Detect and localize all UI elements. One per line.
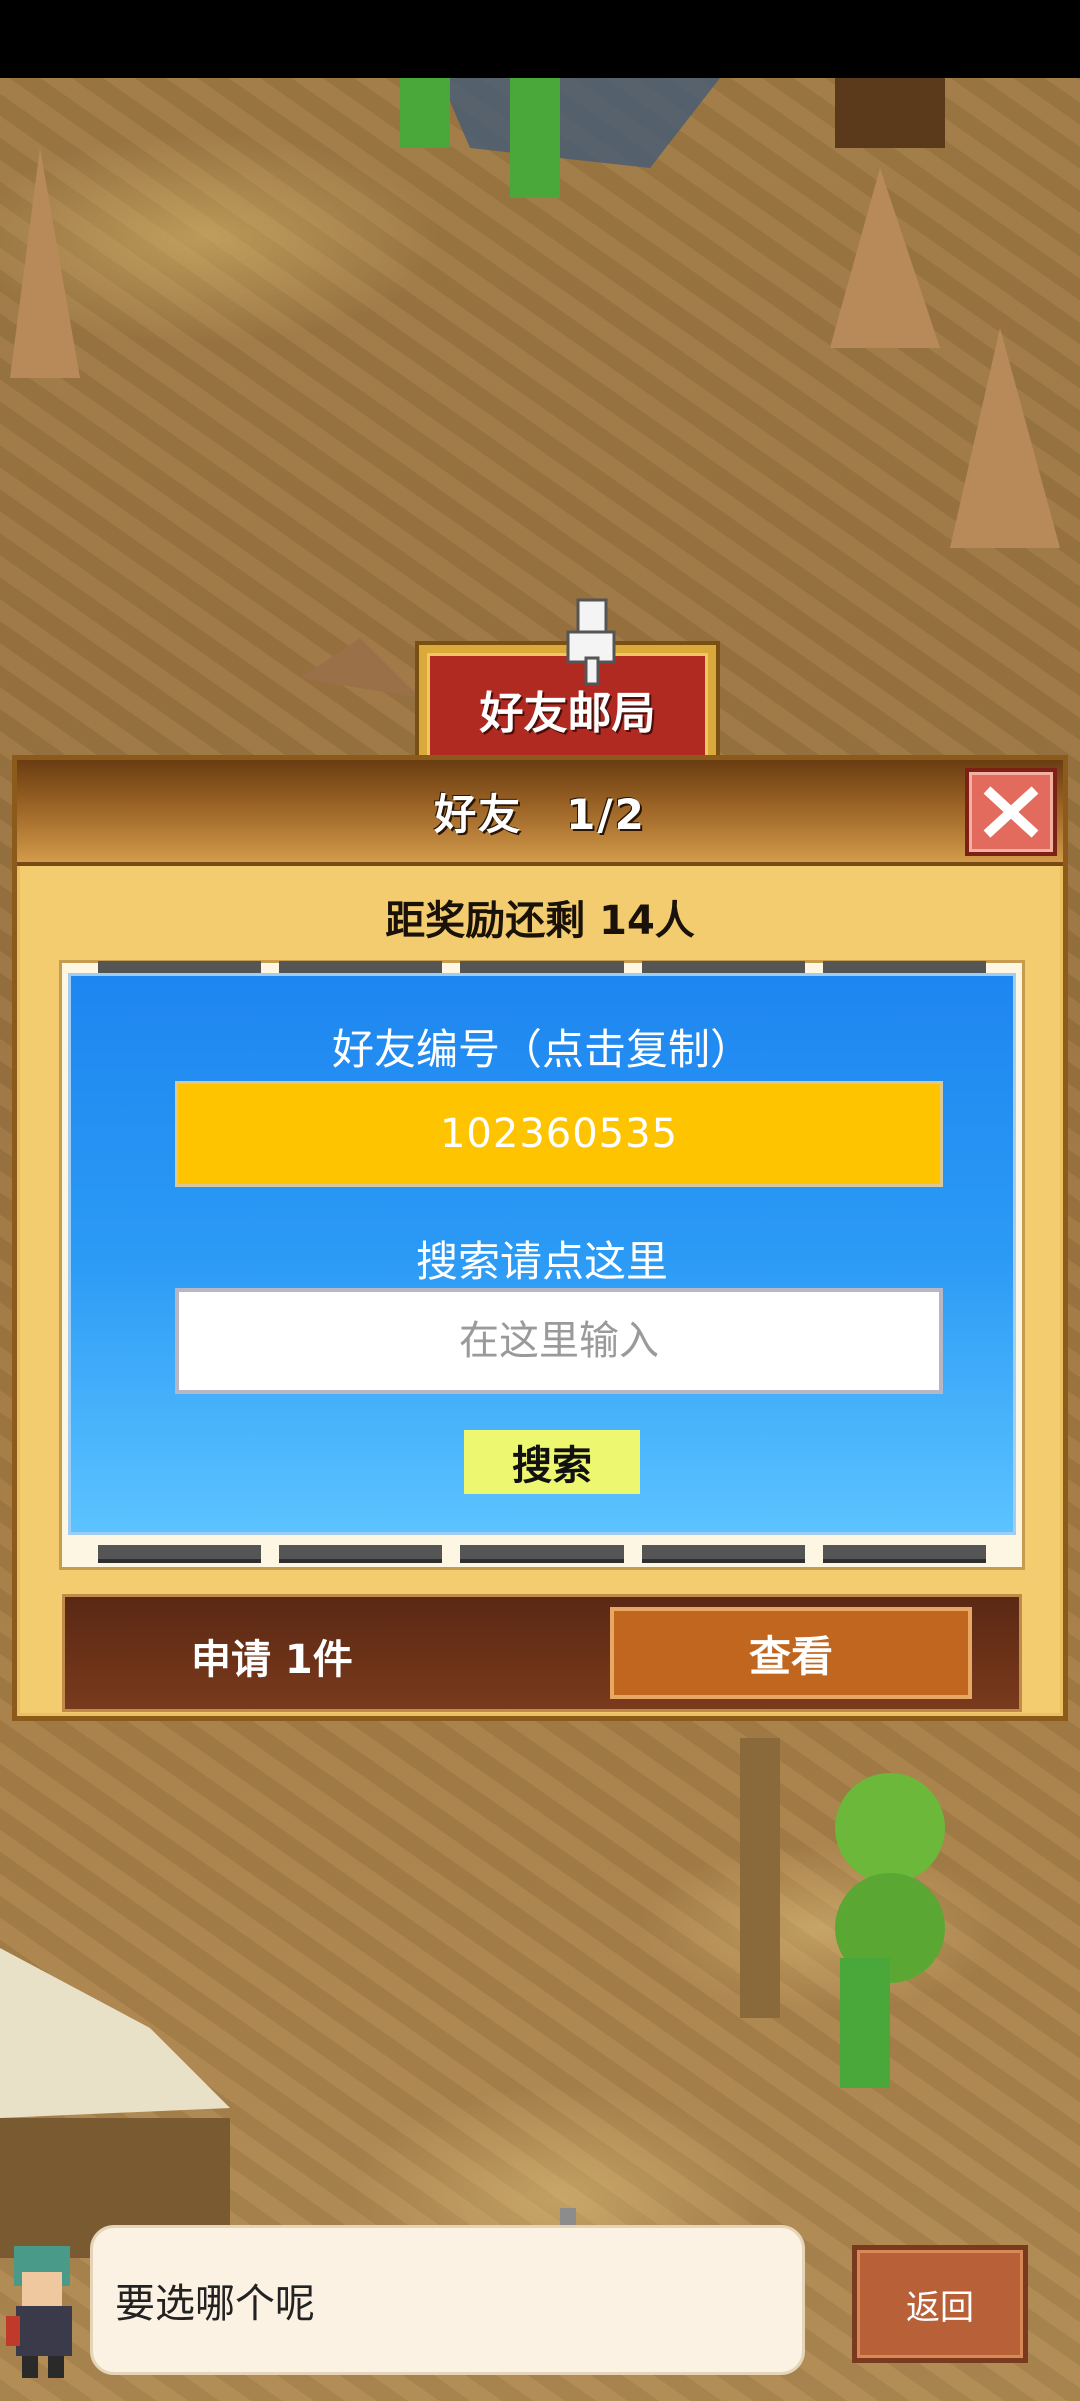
friend-panel-frame: 好友编号（点击复制） 102360535 搜索请点这里 搜索 <box>59 960 1025 1570</box>
dialog-header: 好友 1/2 <box>17 760 1063 866</box>
speech-text: 要选哪个呢 <box>115 2281 315 2327</box>
dialog-title: 好友 1/2 <box>434 789 646 839</box>
close-icon <box>983 786 1039 838</box>
close-button[interactable] <box>965 768 1057 856</box>
character-avatar <box>6 2246 72 2378</box>
friend-code-value: 102360535 <box>439 1111 679 1157</box>
status-bar <box>0 0 1080 78</box>
speech-bubble: 要选哪个呢 <box>90 2225 805 2375</box>
friend-code-label: 好友编号（点击复制） <box>331 1025 752 1074</box>
sign-label: 好友邮局 <box>479 687 656 739</box>
view-requests-button[interactable]: 查看 <box>610 1607 972 1699</box>
pointing-hand-icon <box>566 598 616 686</box>
request-count-text: 申请 1件 <box>191 1637 353 1683</box>
search-label: 搜索请点这里 <box>415 1237 668 1286</box>
reward-remaining-text: 距奖励还剩 14人 <box>385 898 695 944</box>
search-input[interactable] <box>175 1288 943 1394</box>
friend-dialog: 好友 1/2 距奖励还剩 14人 好友编号（点击复制） 102360535 搜索… <box>12 755 1068 1721</box>
search-button[interactable]: 搜索 <box>464 1430 640 1494</box>
back-button[interactable]: 返回 <box>852 2245 1028 2363</box>
friend-request-bar: 申请 1件 查看 <box>62 1594 1022 1712</box>
friend-code-copy-button[interactable]: 102360535 <box>175 1081 943 1187</box>
friend-search-panel: 好友编号（点击复制） 102360535 搜索请点这里 搜索 <box>68 973 1016 1535</box>
panel-rail-bottom <box>98 1545 987 1563</box>
